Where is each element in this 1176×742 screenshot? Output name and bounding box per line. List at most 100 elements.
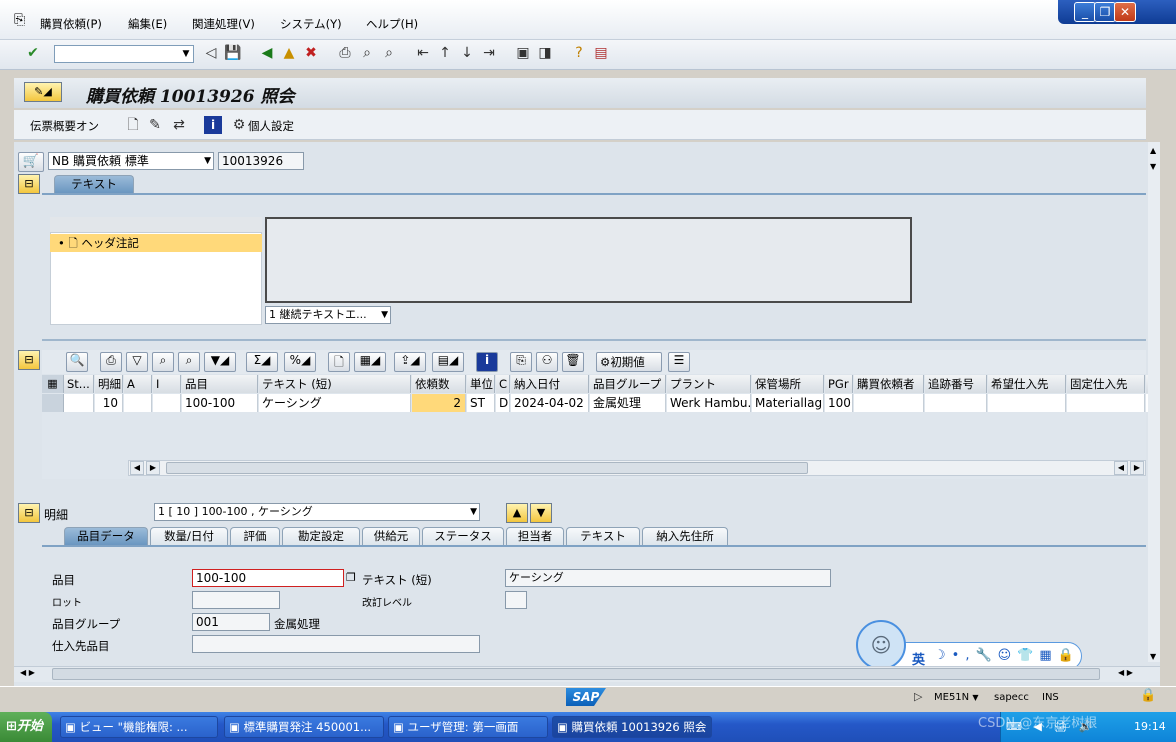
- detail-tab[interactable]: テキスト: [566, 527, 640, 545]
- table-cell[interactable]: [854, 394, 924, 412]
- delete-icon[interactable]: 🗑: [562, 352, 584, 372]
- layout-icon[interactable]: ▤: [592, 44, 610, 62]
- status-expand-icon[interactable]: ▷: [914, 690, 922, 703]
- scroll-down-icon[interactable]: ▼: [1150, 162, 1156, 171]
- menu-system[interactable]: システム(Y): [280, 16, 342, 32]
- table-select-all-icon[interactable]: ▦: [42, 375, 64, 393]
- scroll-right-icon[interactable]: ◀ ▶: [1118, 668, 1133, 677]
- task-item-2[interactable]: ▣ 標準購買発注 450001...: [224, 716, 384, 738]
- initial-value-button[interactable]: ⚙初期値: [596, 352, 662, 372]
- status-tcode[interactable]: ME51N ▼: [934, 692, 979, 703]
- print-preview-icon[interactable]: 🗋: [328, 352, 350, 372]
- detail-tab[interactable]: 評価: [230, 527, 280, 545]
- menu-purchase-req[interactable]: 購買依頼(P): [40, 16, 102, 32]
- table-cell[interactable]: 100-100: [182, 394, 258, 412]
- menu-related[interactable]: 関連処理(V): [192, 16, 255, 32]
- table-header-cell[interactable]: 保管場所: [752, 375, 824, 393]
- prev-item-button[interactable]: ▲: [506, 503, 528, 523]
- display-change-button[interactable]: ✎◢: [24, 82, 62, 102]
- table-cell[interactable]: [124, 394, 152, 412]
- material-field[interactable]: 100-100: [192, 569, 344, 587]
- detail-tab[interactable]: 数量/日付: [150, 527, 228, 545]
- vertical-scrollbar[interactable]: [1148, 142, 1160, 662]
- page-scroll-thumb[interactable]: [52, 668, 1100, 680]
- table-cell[interactable]: [925, 394, 987, 412]
- text-format-select[interactable]: 1 継続テキストエ... ▼: [265, 306, 391, 324]
- detail-tab[interactable]: 納入先住所: [642, 527, 728, 545]
- find-icon[interactable]: ⌕: [152, 352, 174, 372]
- views-icon[interactable]: ▦◢: [354, 352, 386, 372]
- table-header-cell[interactable]: 希望仕入先: [988, 375, 1066, 393]
- org-icon[interactable]: ⚇: [536, 352, 558, 372]
- scroll-down-icon[interactable]: ▼: [1150, 652, 1156, 661]
- table-header-cell[interactable]: 納入日付: [511, 375, 589, 393]
- table-header-cell[interactable]: 購買依頼者: [854, 375, 924, 393]
- subtotal-icon[interactable]: %◢: [284, 352, 316, 372]
- back-icon[interactable]: ◀: [258, 44, 276, 62]
- print-icon[interactable]: ⎙: [336, 44, 354, 62]
- find-icon[interactable]: ⌕: [358, 44, 376, 62]
- back-arrow-icon[interactable]: ◁: [202, 44, 220, 62]
- find-next-icon[interactable]: ⌕: [178, 352, 200, 372]
- menu-edit[interactable]: 編集(E): [128, 16, 167, 32]
- export-icon[interactable]: ⇪◢: [394, 352, 426, 372]
- detail-tab[interactable]: 担当者: [506, 527, 564, 545]
- cart-icon[interactable]: 🛒: [18, 152, 44, 172]
- detail-tab[interactable]: 供給元: [362, 527, 420, 545]
- table-header-cell[interactable]: 追跡番号: [925, 375, 987, 393]
- last-page-icon[interactable]: ⇥: [480, 44, 498, 62]
- table-cell[interactable]: ケーシング: [259, 394, 411, 412]
- first-page-icon[interactable]: ⇤: [414, 44, 432, 62]
- restore-button[interactable]: ❐: [1094, 2, 1116, 22]
- table-cell[interactable]: 100: [825, 394, 853, 412]
- info-icon[interactable]: i: [204, 116, 222, 134]
- start-button[interactable]: ⊞开始: [0, 712, 52, 742]
- exit-icon[interactable]: ▲: [280, 44, 298, 62]
- table-header-cell[interactable]: プラント: [667, 375, 751, 393]
- tab-header-text[interactable]: テキスト: [54, 175, 134, 193]
- scroll-right-icon[interactable]: ▶: [146, 461, 160, 475]
- ime-avatar[interactable]: ☺: [856, 620, 906, 670]
- menu-help[interactable]: ヘルプ(H): [366, 16, 418, 32]
- table-header-cell[interactable]: C: [496, 375, 510, 393]
- table-cell[interactable]: D: [496, 394, 510, 412]
- next-item-button[interactable]: ▼: [530, 503, 552, 523]
- sum-icon[interactable]: Σ◢: [246, 352, 278, 372]
- close-button[interactable]: ✕: [1114, 2, 1136, 22]
- other-doc-icon[interactable]: ⇄: [170, 116, 188, 134]
- table-cell[interactable]: 2024-04-02: [511, 394, 589, 412]
- personal-settings-icon[interactable]: ⚙: [230, 116, 248, 134]
- lock-icon[interactable]: 🔒: [1140, 688, 1156, 703]
- detail-tab[interactable]: 勘定設定: [282, 527, 360, 545]
- item-select[interactable]: 1 [ 10 ] 100-100 , ケーシング ▼: [154, 503, 480, 521]
- copy-icon[interactable]: ⎘: [510, 352, 532, 372]
- table-header-cell[interactable]: St...: [64, 375, 94, 393]
- table-header-cell[interactable]: A: [124, 375, 152, 393]
- find-next-icon[interactable]: ⌕: [380, 44, 398, 62]
- doc-overview-button[interactable]: 伝票概要オン: [30, 118, 99, 134]
- next-page-icon[interactable]: ↓: [458, 44, 476, 62]
- new-session-icon[interactable]: ▣: [514, 44, 532, 62]
- save-icon[interactable]: 💾: [224, 44, 242, 62]
- table-header-cell[interactable]: 依頼数: [412, 375, 466, 393]
- layout-icon[interactable]: ▤◢: [432, 352, 464, 372]
- task-item-1[interactable]: ▣ ビュー "機能権限: ...: [60, 716, 218, 738]
- table-header-cell[interactable]: PGr: [825, 375, 853, 393]
- details-button[interactable]: 🔍: [66, 352, 88, 372]
- prev-page-icon[interactable]: ↑: [436, 44, 454, 62]
- table-cell[interactable]: Materiallag...: [752, 394, 824, 412]
- create-icon[interactable]: 🗋: [124, 116, 142, 134]
- personal-settings-button[interactable]: 個人設定: [248, 118, 294, 134]
- table-cell[interactable]: 10: [95, 394, 123, 412]
- text-tree-item[interactable]: • 🗋 ヘッダ注記: [50, 234, 262, 252]
- table-scroll-thumb[interactable]: [166, 462, 808, 474]
- row-selector[interactable]: [42, 394, 64, 412]
- help-icon[interactable]: ?: [570, 44, 588, 62]
- minimize-button[interactable]: _: [1074, 2, 1096, 22]
- table-cell[interactable]: ST: [467, 394, 495, 412]
- table-cell[interactable]: [1067, 394, 1145, 412]
- info-icon[interactable]: i: [476, 352, 498, 372]
- set-filter-icon[interactable]: ▼◢: [204, 352, 236, 372]
- scroll-left-icon[interactable]: ◀: [130, 461, 144, 475]
- collapse-items-button[interactable]: ⊟: [18, 350, 40, 370]
